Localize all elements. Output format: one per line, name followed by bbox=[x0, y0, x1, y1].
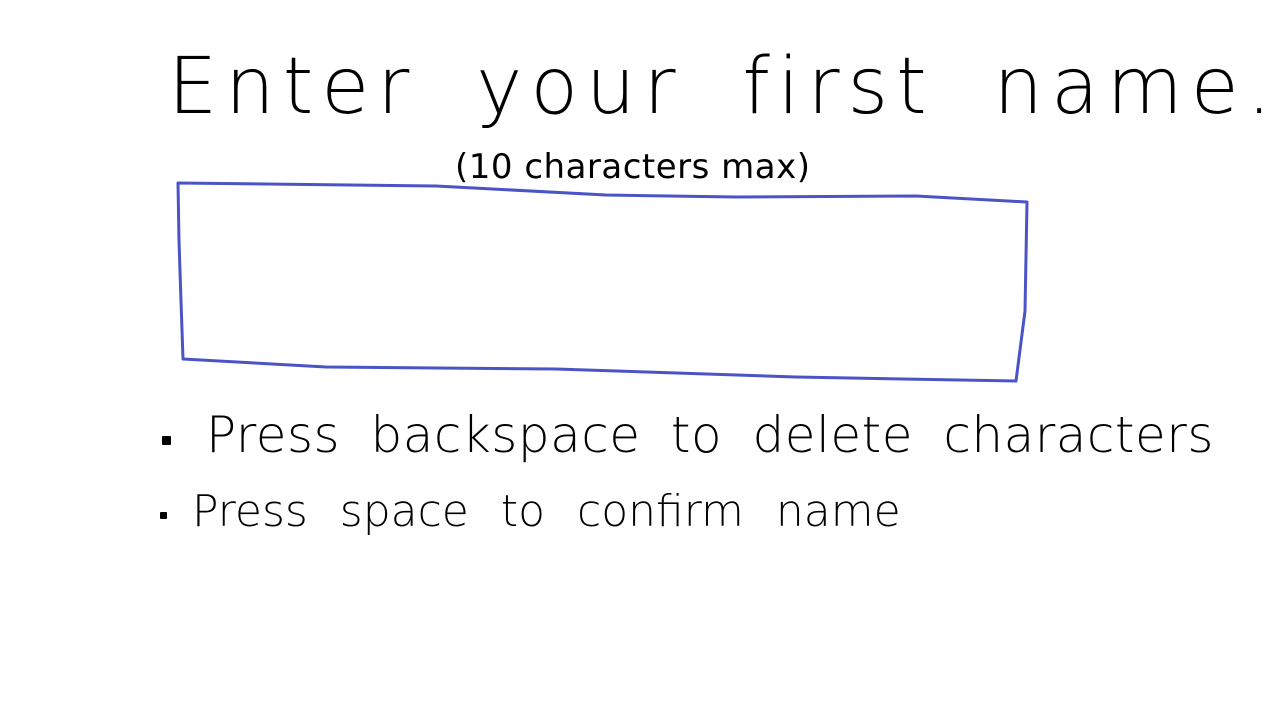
prompt-subtitle: (10 characters max) bbox=[455, 147, 811, 187]
bullet-icon bbox=[160, 512, 167, 519]
instruction-item: Press space to confirm name bbox=[160, 490, 1214, 534]
name-input-box[interactable] bbox=[176, 181, 1029, 383]
instruction-text: Press space to confirm name bbox=[192, 486, 901, 537]
instruction-list: Press backspace to delete characters Pre… bbox=[160, 410, 1214, 534]
name-entry-screen: Enter your first name. (10 characters ma… bbox=[0, 0, 1280, 720]
instruction-text: Press backspace to delete characters bbox=[206, 406, 1214, 464]
bullet-icon bbox=[162, 436, 171, 445]
instruction-item: Press backspace to delete characters bbox=[160, 410, 1214, 460]
prompt-title: Enter your first name. bbox=[168, 42, 1280, 132]
name-input-border bbox=[176, 181, 1029, 383]
